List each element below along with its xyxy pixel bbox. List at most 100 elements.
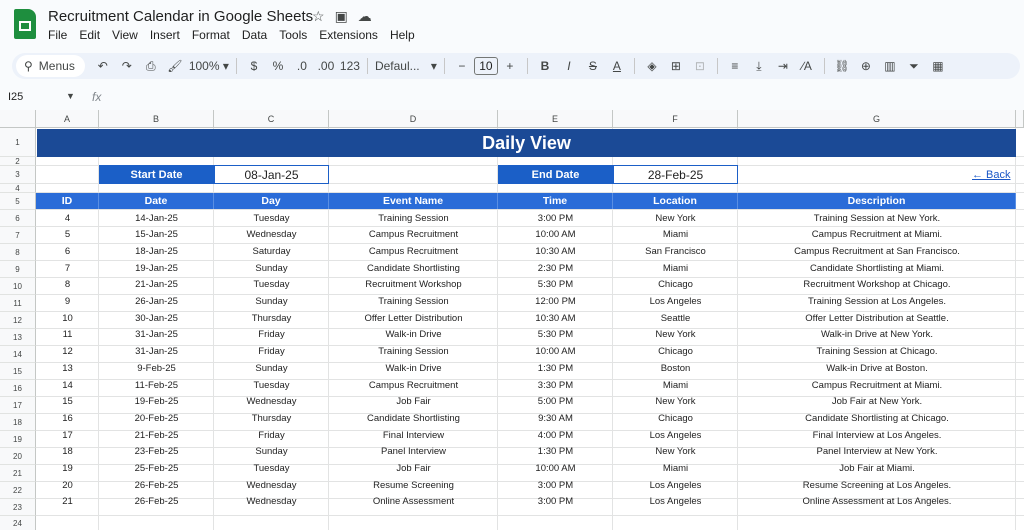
cell-event[interactable]: Campus Recruitment	[329, 377, 498, 393]
cell-event[interactable]: Final Interview	[329, 427, 498, 443]
borders-icon[interactable]: ⊞	[666, 55, 686, 77]
font-select[interactable]: Defaul... ▾	[375, 55, 437, 77]
name-box[interactable]: I25 ▼	[8, 91, 78, 103]
cell-event[interactable]: Walk-in Drive	[329, 360, 498, 376]
currency-button[interactable]: $	[244, 55, 264, 77]
cell-time[interactable]: 1:30 PM	[498, 360, 613, 376]
cell-day[interactable]: Tuesday	[214, 461, 329, 477]
cell-event[interactable]: Training Session	[329, 344, 498, 360]
cell-id[interactable]: 13	[36, 360, 99, 376]
insert-link-icon[interactable]: ⛓	[832, 55, 852, 77]
column-header-g[interactable]: G	[738, 110, 1016, 128]
cell-date[interactable]: 26-Jan-25	[99, 294, 214, 310]
cell-date[interactable]: 15-Jan-25	[99, 227, 214, 243]
cell-event[interactable]: Candidate Shortlisting	[329, 260, 498, 276]
cell-date[interactable]: 31-Jan-25	[99, 327, 214, 343]
column-header-f[interactable]: F	[613, 110, 738, 128]
cell-id[interactable]: 4	[36, 210, 99, 226]
menus-search-button[interactable]: ⚲ Menus	[16, 55, 85, 77]
cell-description[interactable]: Offer Letter Distribution at Seattle.	[738, 310, 1016, 326]
cell-event[interactable]: Campus Recruitment	[329, 243, 498, 259]
text-rotation-icon[interactable]: ∕A	[797, 55, 817, 77]
cell-time[interactable]: 10:00 AM	[498, 461, 613, 477]
row-header-23[interactable]: 23	[0, 499, 36, 516]
cell-event[interactable]: Panel Interview	[329, 444, 498, 460]
menu-help[interactable]: Help	[390, 28, 421, 42]
menu-file[interactable]: File	[48, 28, 73, 42]
cell-time[interactable]: 4:00 PM	[498, 427, 613, 443]
decrease-font-size-button[interactable]: −	[452, 55, 472, 77]
cell-location[interactable]: Miami	[613, 227, 738, 243]
cell-day[interactable]: Friday	[214, 327, 329, 343]
cell-description[interactable]: Campus Recruitment at Miami.	[738, 227, 1016, 243]
cell-event[interactable]: Training Session	[329, 294, 498, 310]
cell-time[interactable]: 3:00 PM	[498, 477, 613, 493]
cell-location[interactable]: Chicago	[613, 277, 738, 293]
text-color-icon[interactable]: A	[607, 55, 627, 77]
row-header-18[interactable]: 18	[0, 414, 36, 431]
undo-icon[interactable]: ↶	[93, 55, 113, 77]
cell-location[interactable]: Los Angeles	[613, 427, 738, 443]
row-header-13[interactable]: 13	[0, 329, 36, 346]
cell-date[interactable]: 21-Jan-25	[99, 277, 214, 293]
cell-id[interactable]: 19	[36, 461, 99, 477]
cell-event[interactable]: Candidate Shortlisting	[329, 410, 498, 426]
star-icon[interactable]: ☆	[312, 8, 325, 25]
cell-time[interactable]: 5:00 PM	[498, 394, 613, 410]
cell-day[interactable]: Sunday	[214, 444, 329, 460]
cell-day[interactable]: Friday	[214, 427, 329, 443]
column-header-a[interactable]: A	[36, 110, 99, 128]
increase-font-size-button[interactable]: +	[500, 55, 520, 77]
cell-time[interactable]: 12:00 PM	[498, 294, 613, 310]
fill-color-icon[interactable]: ◈	[642, 55, 662, 77]
cell-location[interactable]: Miami	[613, 260, 738, 276]
vertical-align-icon[interactable]: ⤓	[749, 55, 769, 77]
cell-time[interactable]: 3:00 PM	[498, 210, 613, 226]
row-header-2[interactable]: 2	[0, 157, 36, 166]
insert-chart-icon[interactable]: ▥	[880, 55, 900, 77]
row-header-1[interactable]: 1	[0, 128, 36, 157]
cell-day[interactable]: Sunday	[214, 360, 329, 376]
bold-button[interactable]: B	[535, 55, 555, 77]
cell-event[interactable]: Online Assessment	[329, 494, 498, 510]
row-header-22[interactable]: 22	[0, 482, 36, 499]
cell-id[interactable]: 20	[36, 477, 99, 493]
cell-day[interactable]: Wednesday	[214, 494, 329, 510]
cell-location[interactable]: Chicago	[613, 344, 738, 360]
number-format-button[interactable]: 123	[340, 55, 360, 77]
cell-event[interactable]: Offer Letter Distribution	[329, 310, 498, 326]
menu-extensions[interactable]: Extensions	[319, 28, 384, 42]
row-header-15[interactable]: 15	[0, 363, 36, 380]
cell-time[interactable]: 10:30 AM	[498, 310, 613, 326]
cell-day[interactable]: Wednesday	[214, 477, 329, 493]
cell-description[interactable]: Job Fair at New York.	[738, 394, 1016, 410]
cell-description[interactable]: Final Interview at Los Angeles.	[738, 427, 1016, 443]
row-header-12[interactable]: 12	[0, 312, 36, 329]
select-all-corner[interactable]	[0, 110, 36, 128]
print-icon[interactable]: ⎙	[141, 55, 161, 77]
cell-event[interactable]: Recruitment Workshop	[329, 277, 498, 293]
merge-cells-icon[interactable]: ⊡	[690, 55, 710, 77]
paint-format-icon[interactable]: 🖌	[165, 55, 185, 77]
cell-event[interactable]: Walk-in Drive	[329, 327, 498, 343]
cell-location[interactable]: New York	[613, 444, 738, 460]
cell-date[interactable]: 14-Jan-25	[99, 210, 214, 226]
cell-event[interactable]: Campus Recruitment	[329, 227, 498, 243]
strikethrough-icon[interactable]: S	[583, 55, 603, 77]
cell-day[interactable]: Tuesday	[214, 277, 329, 293]
italic-icon[interactable]: I	[559, 55, 579, 77]
menu-view[interactable]: View	[112, 28, 144, 42]
cell-time[interactable]: 3:00 PM	[498, 494, 613, 510]
cell-location[interactable]: New York	[613, 327, 738, 343]
cell-id[interactable]: 5	[36, 227, 99, 243]
horizontal-align-icon[interactable]: ≡	[725, 55, 745, 77]
cell-time[interactable]: 9:30 AM	[498, 410, 613, 426]
cell-id[interactable]: 21	[36, 494, 99, 510]
cell-time[interactable]: 2:30 PM	[498, 260, 613, 276]
menu-data[interactable]: Data	[242, 28, 273, 42]
cell-time[interactable]: 5:30 PM	[498, 277, 613, 293]
cell-location[interactable]: Miami	[613, 377, 738, 393]
cell-description[interactable]: Training Session at Chicago.	[738, 344, 1016, 360]
cell-date[interactable]: 19-Feb-25	[99, 394, 214, 410]
start-date-value[interactable]: 08-Jan-25	[214, 165, 329, 184]
